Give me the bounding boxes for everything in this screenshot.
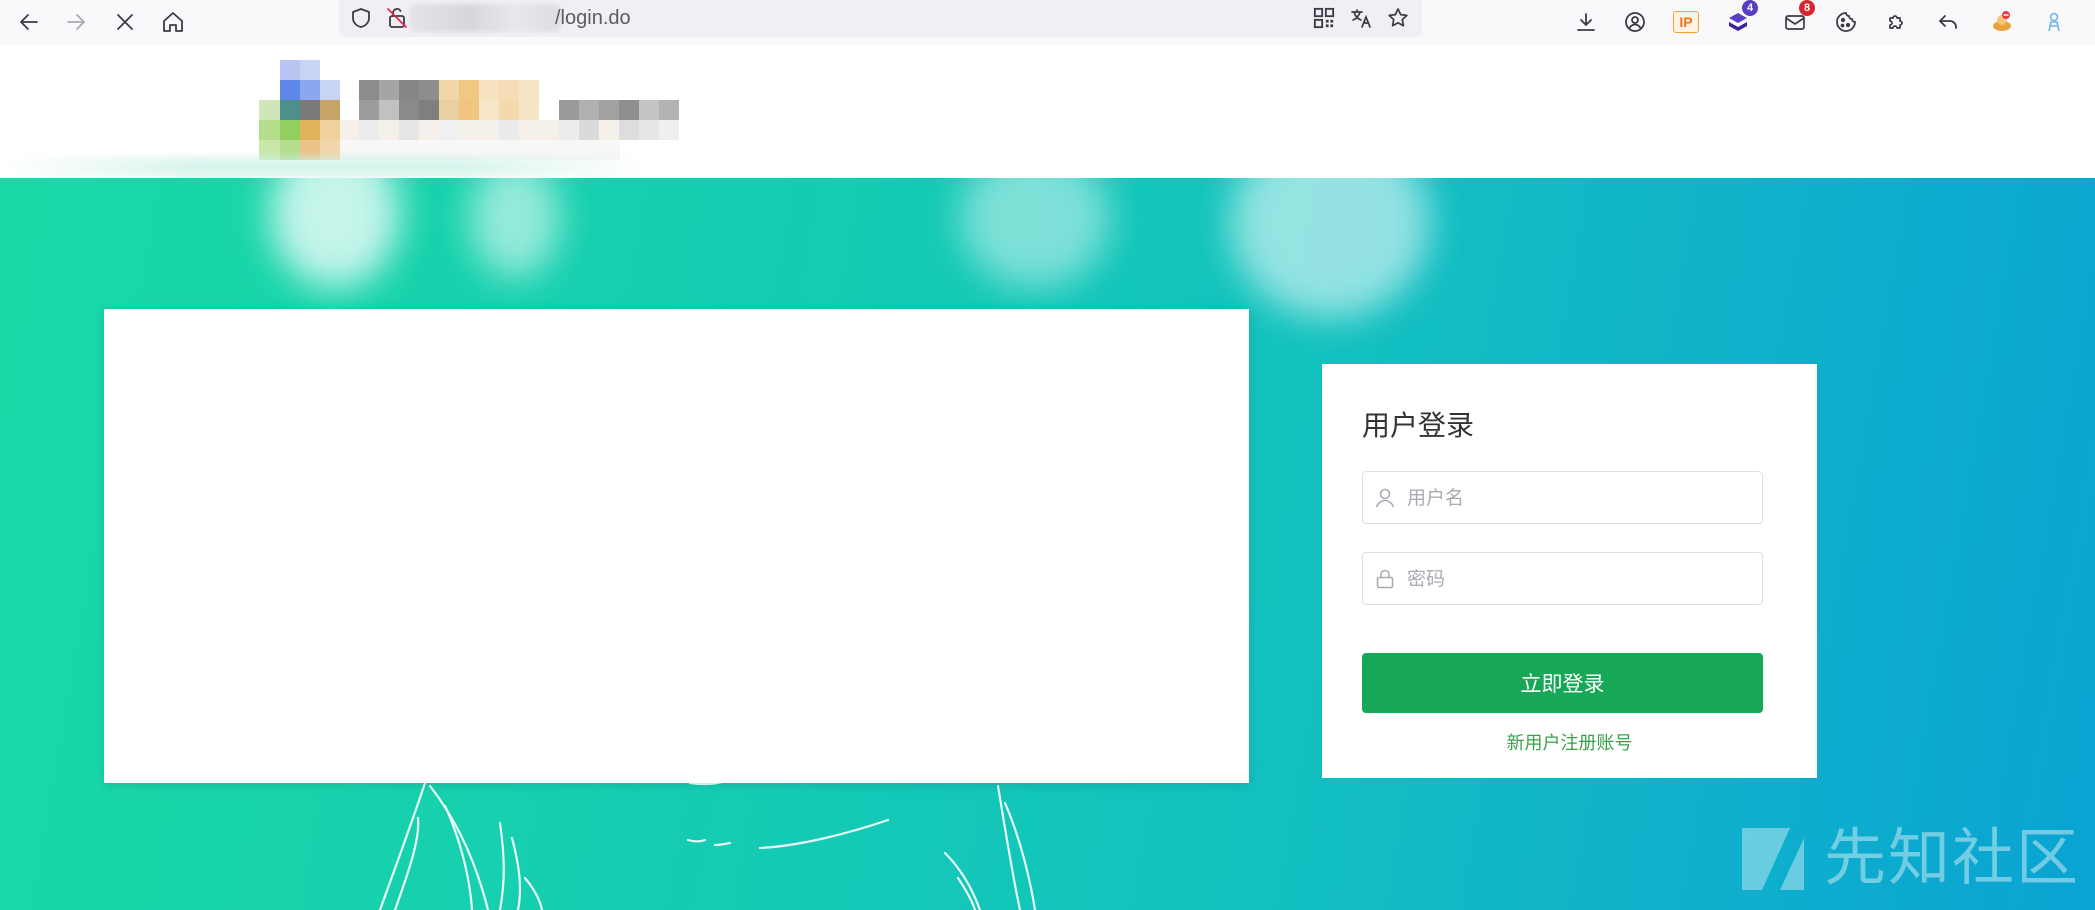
redacted-host xyxy=(409,4,561,32)
url-bar[interactable]: /login.do xyxy=(339,0,1422,37)
avatar-extension-button[interactable] xyxy=(1984,4,2020,40)
download-icon xyxy=(1577,13,1595,31)
banner-card xyxy=(104,309,1249,783)
login-title: 用户登录 xyxy=(1362,409,1475,442)
extensions-button[interactable] xyxy=(1879,4,1915,40)
login-hero: 用户登录 立即登录 新用户注册账号 先知社区 xyxy=(0,178,2095,910)
extension-avatar-icon xyxy=(1993,11,2011,31)
account-button[interactable] xyxy=(1617,4,1653,40)
user-icon xyxy=(1375,488,1395,508)
layers-extension-button[interactable]: 4 xyxy=(1720,0,1758,40)
qr-code-icon[interactable] xyxy=(1313,7,1335,29)
register-link[interactable]: 新用户注册账号 xyxy=(1322,729,1817,755)
lock-icon xyxy=(1376,569,1394,589)
login-button[interactable]: 立即登录 xyxy=(1362,653,1763,713)
mail-extension-button[interactable]: 8 xyxy=(1777,0,1815,40)
extensions-puzzle-icon xyxy=(1889,15,1903,29)
password-field[interactable] xyxy=(1362,552,1763,605)
figure-extension-button[interactable] xyxy=(2036,4,2072,40)
url-text[interactable]: /login.do xyxy=(555,7,631,30)
stop-button[interactable] xyxy=(107,4,143,40)
login-card: 用户登录 立即登录 新用户注册账号 xyxy=(1322,364,1817,778)
insecure-lock-icon[interactable] xyxy=(385,6,409,30)
spotlight xyxy=(960,178,1110,288)
shield-icon[interactable] xyxy=(349,6,373,30)
home-icon xyxy=(163,12,183,32)
back-icon xyxy=(20,14,38,30)
site-header xyxy=(0,45,2095,178)
forward-icon xyxy=(67,14,85,30)
header-glow xyxy=(5,157,645,177)
password-input[interactable] xyxy=(1407,553,1747,604)
translate-icon[interactable] xyxy=(1349,6,1373,30)
watermark-text: 先知社区 xyxy=(1824,821,2081,894)
spotlight xyxy=(270,178,400,288)
home-button[interactable] xyxy=(155,4,191,40)
account-icon xyxy=(1625,12,1645,32)
back-button[interactable] xyxy=(11,4,47,40)
mail-badge: 8 xyxy=(1799,0,1815,16)
username-field[interactable] xyxy=(1362,471,1763,524)
spotlight xyxy=(470,178,560,278)
browser-toolbar: /login.do IP 4 8 xyxy=(0,0,2095,45)
watermark: 先知社区 xyxy=(1740,818,2080,898)
spotlight xyxy=(1230,178,1430,318)
cookie-icon xyxy=(1836,12,1856,32)
layers-badge: 4 xyxy=(1742,0,1758,16)
username-input[interactable] xyxy=(1407,472,1747,523)
undo-icon xyxy=(1939,15,1957,29)
ip-extension-button[interactable]: IP xyxy=(1668,4,1704,40)
bookmark-star-icon[interactable] xyxy=(1386,6,1410,30)
downloads-button[interactable] xyxy=(1568,4,1604,40)
ip-extension-icon: IP xyxy=(1673,11,1699,33)
watermark-logo-icon xyxy=(1742,828,1804,890)
forward-button[interactable] xyxy=(58,4,94,40)
undo-extension-button[interactable] xyxy=(1930,4,1966,40)
stop-icon xyxy=(117,14,133,30)
extension-figure-icon xyxy=(2048,12,2060,32)
cookie-extension-button[interactable] xyxy=(1828,4,1864,40)
